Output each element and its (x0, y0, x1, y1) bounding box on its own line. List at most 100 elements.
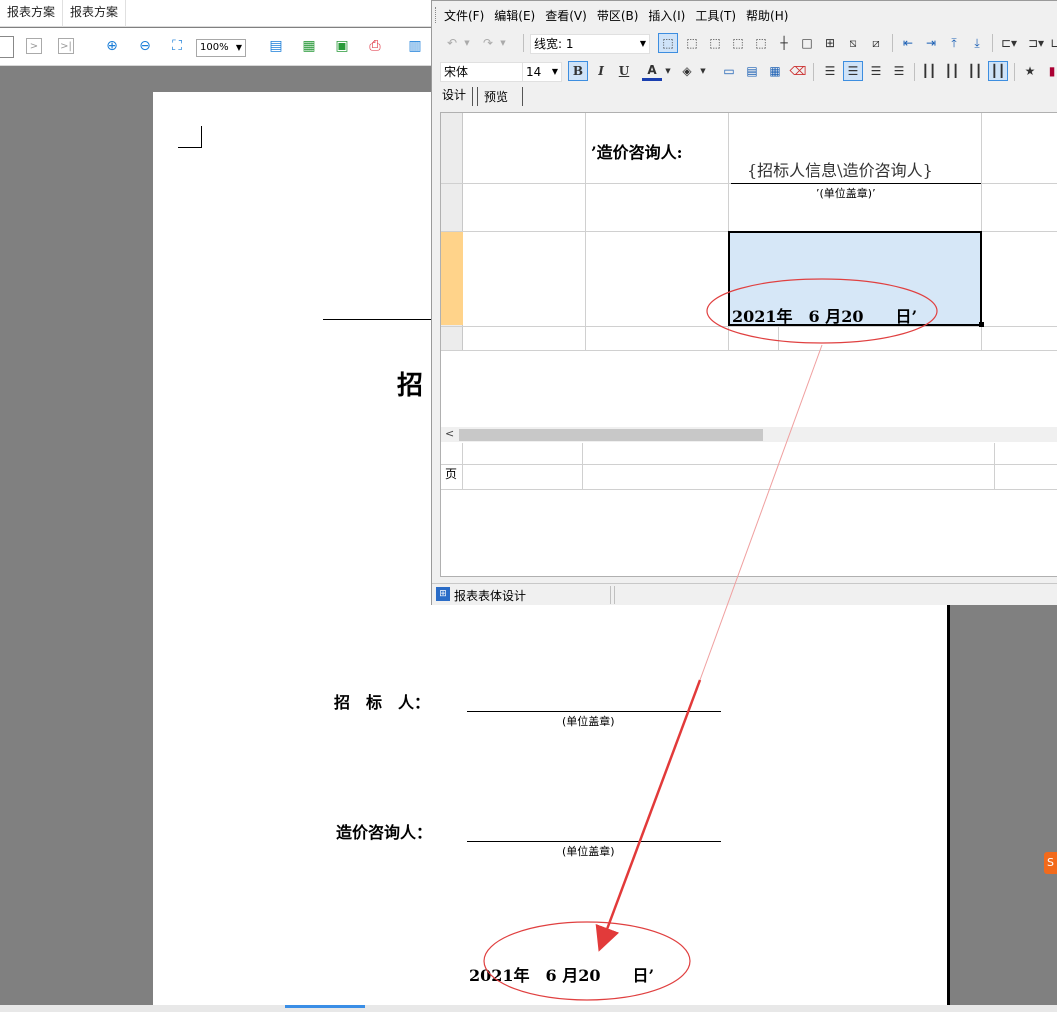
menu-band[interactable]: 带区(B) (597, 7, 639, 24)
grid-line-v (585, 113, 586, 351)
menu-edit[interactable]: 编辑(E) (494, 7, 535, 24)
star-icon[interactable]: ★ (1020, 61, 1040, 81)
export-word-icon[interactable]: ▣ (333, 37, 351, 55)
cell-consultant-label[interactable]: ’造价咨询人: (591, 139, 682, 163)
border-right-icon[interactable]: ⬚ (705, 33, 725, 53)
menu-file[interactable]: 文件(F) (444, 7, 484, 24)
settings-icon[interactable]: ▥ (406, 37, 424, 55)
next-page-icon[interactable]: > (26, 38, 42, 54)
page-number-input[interactable] (0, 36, 14, 58)
line-width-select[interactable]: 线宽: 1 ▼ (530, 34, 650, 54)
zoom-value: 100% (200, 42, 229, 53)
border-inner-icon[interactable]: ┼ (774, 33, 794, 53)
cell-seal-note[interactable]: ’(单位盖章)’ (816, 185, 876, 201)
zoom-select[interactable]: 100% ▼ (196, 39, 246, 57)
font-color-icon[interactable]: A (642, 61, 662, 81)
align-right-icon[interactable]: ☰ (889, 61, 909, 81)
side-badge-icon[interactable]: S (1044, 852, 1057, 874)
underline-button[interactable]: U (614, 61, 634, 81)
report-design-icon: ⊞ (436, 587, 450, 601)
more-icon[interactable]: ⊔ (1048, 33, 1057, 53)
border-outer-icon[interactable]: □ (797, 33, 817, 53)
font-size-value: 14 (526, 65, 542, 79)
status-divider (610, 586, 611, 604)
menu-tools[interactable]: 工具(T) (695, 7, 736, 24)
distribute-icon[interactable]: ⊏▾ (997, 33, 1021, 53)
font-size-select[interactable]: 14 ▼ (522, 62, 562, 82)
toolbar-separator (992, 34, 993, 52)
align-bottom-edge-icon[interactable]: ⤓ (967, 33, 987, 53)
page-title-char: 招 (397, 371, 424, 401)
menu-view[interactable]: 查看(V) (545, 7, 587, 24)
consultant-line (467, 841, 721, 842)
undo-dropdown-icon[interactable]: ▼ (462, 34, 472, 52)
align-right-edge-icon[interactable]: ⇥ (921, 33, 941, 53)
scroll-left-icon[interactable]: < (445, 427, 454, 440)
font-color-dropdown-icon[interactable]: ▼ (663, 61, 673, 81)
redo-icon[interactable]: ↷ (480, 34, 496, 52)
border-none-icon[interactable]: ⬚ (658, 33, 678, 53)
tab-design[interactable]: 设计 (438, 87, 474, 106)
fill-color-icon[interactable]: ◈ (677, 61, 697, 81)
align-justify-icon[interactable]: ☰ (820, 61, 840, 81)
selected-date-cell[interactable]: 2021年 6 月20 日’ (728, 231, 982, 326)
undo-icon[interactable]: ↶ (444, 34, 460, 52)
line-width-value: 1 (565, 37, 574, 51)
fit-page-icon[interactable]: ⛶ (168, 37, 186, 55)
border-bottom-icon[interactable]: ⬚ (751, 33, 771, 53)
cell-tenderer-info-field[interactable]: {招标人信息\造价咨询人} (747, 157, 933, 181)
format-toolbar-1: ↶ ▼ ↷ ▼ 线宽: 1 ▼ ⬚ ⬚ ⬚ ⬚ ⬚ ┼ □ ⊞ ⧅ ⧄ ⇤ ⇥ … (432, 29, 1057, 57)
border-all-icon[interactable]: ⊞ (820, 33, 840, 53)
valign-middle-icon[interactable]: ┃┃ (942, 61, 962, 81)
tab-report-scheme-2[interactable]: 报表方案 (63, 0, 127, 27)
page-band-label: 页 (445, 467, 458, 481)
split-cells-icon[interactable]: ▤ (742, 61, 762, 81)
align-top-edge-icon[interactable]: ⤒ (944, 33, 964, 53)
redo-dropdown-icon[interactable]: ▼ (498, 34, 508, 52)
status-text: 报表表体设计 (454, 589, 527, 603)
merge-cells-icon[interactable]: ▭ (719, 61, 739, 81)
last-page-icon[interactable]: >| (58, 38, 74, 54)
cell-underline (731, 183, 981, 184)
border-left-icon[interactable]: ⬚ (682, 33, 702, 53)
diagonal-up-icon[interactable]: ⧄ (866, 33, 886, 53)
selected-row-header[interactable] (441, 232, 463, 325)
spacing-icon[interactable]: ⊐▾ (1024, 33, 1048, 53)
border-top-icon[interactable]: ⬚ (728, 33, 748, 53)
valign-bottom-icon[interactable]: ┃┃ (965, 61, 985, 81)
tab-preview[interactable]: 预览 (477, 87, 524, 106)
export-pdf-icon[interactable]: ⎙ (366, 37, 384, 55)
valign-fill-icon[interactable]: ┃┃ (988, 61, 1008, 81)
cost-consultant-label: 造价咨询人： (336, 823, 433, 842)
zoom-out-icon[interactable]: ⊖ (136, 37, 154, 55)
format-toolbar-2: 宋体 ▼ 14 ▼ B I U A ▼ ◈ ▼ ▭ ▤ ▦ ⌫ ☰ ☰ ☰ ☰ … (432, 58, 1057, 86)
export-excel-icon[interactable]: ▦ (300, 37, 318, 55)
fill-color-dropdown-icon[interactable]: ▼ (698, 61, 708, 81)
tenderer-seal-note: (单位盖章) (562, 715, 615, 728)
table-icon[interactable]: ▦ (765, 61, 785, 81)
zoom-in-icon[interactable]: ⊕ (103, 37, 121, 55)
menu-insert[interactable]: 插入(I) (648, 7, 685, 24)
valign-top-icon[interactable]: ┃┃ (919, 61, 939, 81)
scrollbar-thumb[interactable] (459, 429, 763, 441)
cell-resize-handle[interactable] (979, 322, 984, 327)
align-left-icon[interactable]: ☰ (843, 61, 863, 81)
toolbar-separator (523, 34, 524, 52)
more-format-icon[interactable]: ▮ (1043, 61, 1057, 81)
menu-help[interactable]: 帮助(H) (746, 7, 788, 24)
clear-format-icon[interactable]: ⌫ (788, 61, 808, 81)
align-center-icon[interactable]: ☰ (866, 61, 886, 81)
grid-hscrollbar[interactable]: < (441, 427, 1057, 442)
italic-button[interactable]: I (591, 61, 611, 81)
tab-report-scheme-1[interactable]: 报表方案 (0, 0, 64, 27)
diagonal-down-icon[interactable]: ⧅ (843, 33, 863, 53)
export-icon[interactable]: ▤ (267, 37, 285, 55)
scrollbar-thumb[interactable] (285, 1005, 365, 1008)
bold-button[interactable]: B (568, 61, 588, 81)
consultant-seal-note: (单位盖章) (562, 845, 615, 858)
design-grid[interactable]: ’造价咨询人: {招标人信息\造价咨询人} ’(单位盖章)’ 2021年 6 月… (440, 112, 1057, 577)
bottom-scrollbar[interactable] (0, 1005, 1057, 1012)
align-left-edge-icon[interactable]: ⇤ (898, 33, 918, 53)
line-width-label: 线宽: (534, 37, 563, 51)
toolbar-separator (1014, 63, 1015, 81)
